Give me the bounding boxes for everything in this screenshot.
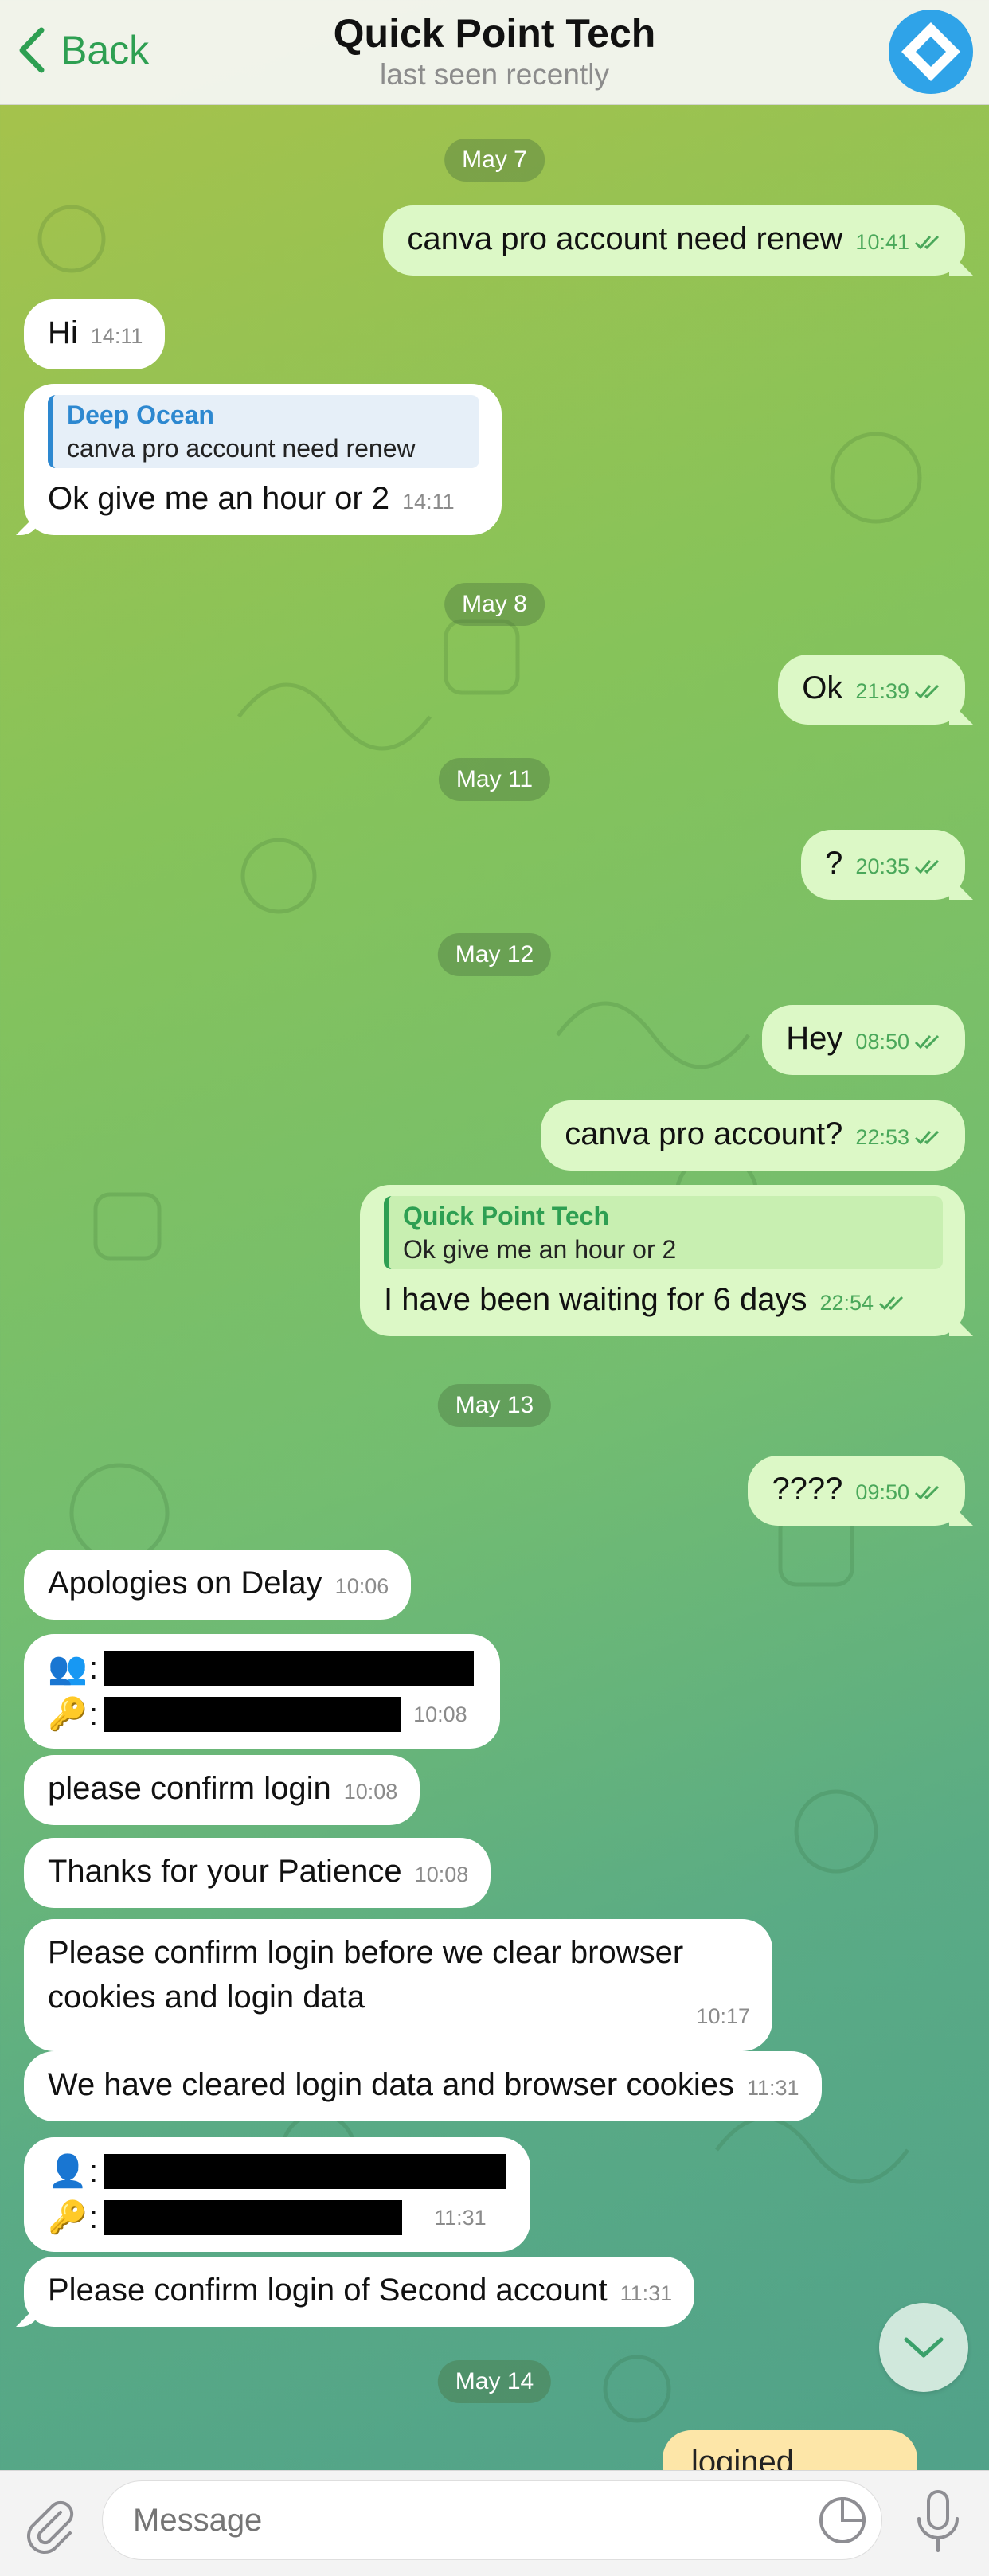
message-text: Hi: [48, 315, 78, 350]
key-icon: 🔑: [48, 1697, 88, 1732]
double-check-icon: [878, 1296, 904, 1311]
message-input[interactable]: [102, 2480, 882, 2560]
message-bubble-incoming[interactable]: please confirm login 10:08: [24, 1755, 420, 1825]
redacted-password: [104, 1697, 401, 1732]
message-time: 11:31: [620, 2281, 673, 2305]
message-text: Please confirm login before we clear bro…: [48, 1935, 684, 2015]
microphone-icon[interactable]: [913, 2488, 964, 2555]
date-separator: May 14: [437, 2360, 552, 2403]
last-seen-status: last seen recently: [380, 58, 609, 91]
credential-separator: :: [89, 1651, 99, 1686]
message-bubble-incoming[interactable]: Apologies on Delay 10:06: [24, 1550, 412, 1620]
user-icon: 👤: [48, 2154, 88, 2189]
date-separator: May 7: [444, 139, 545, 182]
message-time: 10:08: [414, 1863, 469, 1886]
double-check-icon: [914, 684, 940, 699]
avatar[interactable]: [889, 10, 973, 94]
message-bubble-incoming[interactable]: Thanks for your Patience 10:08: [24, 1838, 491, 1908]
message-bubble-incoming[interactable]: Please confirm login of Second account 11…: [24, 2257, 695, 2327]
date-separator: May 13: [437, 1384, 552, 1427]
message-bubble-incoming[interactable]: Please confirm login before we clear bro…: [24, 1919, 772, 2051]
message-time: 10:06: [334, 1574, 389, 1598]
credential-separator: :: [89, 2200, 99, 2235]
chevron-down-icon: [904, 2337, 944, 2358]
date-separator: May 11: [438, 758, 551, 801]
message-bubble-incoming[interactable]: We have cleared login data and browser c…: [24, 2051, 822, 2121]
message-text: Ok give me an hour or 2: [48, 481, 390, 516]
reply-text: canva pro account need renew: [67, 434, 416, 463]
message-bubble-incoming-reply[interactable]: Deep Ocean canva pro account need renew …: [24, 384, 502, 535]
redacted-password: [104, 2200, 403, 2235]
message-text: I have been waiting for 6 days: [384, 1282, 807, 1317]
message-bubble-outgoing[interactable]: Ok 21:39: [778, 655, 965, 725]
message-time: 22:54: [819, 1291, 874, 1315]
message-text: please confirm login: [48, 1771, 331, 1806]
message-time: 10:08: [413, 1702, 467, 1726]
users-icon: 👥: [48, 1651, 88, 1686]
message-text: canva pro account need renew: [407, 221, 843, 256]
message-bubble-outgoing[interactable]: canva pro account need renew 10:41: [383, 205, 965, 276]
message-time: 10:17: [696, 2004, 750, 2028]
reply-author: Quick Point Tech: [403, 1202, 609, 1230]
message-time: 08:50: [855, 1030, 909, 1053]
message-text: ?: [825, 846, 843, 881]
message-text: Apologies on Delay: [48, 1566, 322, 1601]
double-check-icon: [914, 1130, 940, 1145]
message-text: ????: [772, 1472, 843, 1507]
double-check-icon: [914, 1034, 940, 1050]
paperclip-icon[interactable]: [21, 2496, 80, 2555]
message-time: 10:41: [855, 230, 909, 254]
message-text: Thanks for your Patience: [48, 1854, 402, 1889]
message-time: 11:31: [747, 2076, 799, 2100]
message-bubble-credentials[interactable]: 👤: 🔑: 11:31: [24, 2137, 530, 2252]
message-text: We have cleared login data and browser c…: [48, 2067, 734, 2102]
message-bubble-incoming[interactable]: Hi 14:11: [24, 299, 166, 369]
diamond-logo-icon: [901, 22, 960, 81]
reply-quote[interactable]: Deep Ocean canva pro account need renew: [48, 395, 479, 468]
message-time: 21:39: [855, 679, 909, 703]
message-time: 20:35: [855, 854, 909, 878]
reply-text: Ok give me an hour or 2: [403, 1235, 677, 1264]
chat-header: Back Quick Point Tech last seen recently: [0, 0, 989, 105]
double-check-icon: [914, 859, 940, 874]
chat-title: Quick Point Tech: [333, 11, 656, 56]
date-separator: May 8: [444, 583, 545, 626]
message-time: 14:11: [90, 324, 143, 348]
message-text: Please confirm login of Second account: [48, 2273, 608, 2308]
sticker-icon[interactable]: [817, 2495, 868, 2546]
message-list[interactable]: May 7 canva pro account need renew 10:41 …: [0, 105, 989, 2470]
message-time: 14:11: [402, 490, 455, 514]
credential-row-password: 🔑: 10:08: [48, 1691, 481, 1738]
message-text: Ok: [802, 670, 843, 706]
credential-row-login: 👥:: [48, 1645, 481, 1691]
message-bubble-outgoing[interactable]: ? 20:35: [801, 830, 965, 900]
credential-row-password: 🔑: 11:31: [48, 2195, 511, 2241]
chat-title-area[interactable]: Quick Point Tech last seen recently: [0, 10, 989, 92]
credential-row-login: 👤:: [48, 2148, 511, 2195]
double-check-icon: [914, 1485, 940, 1500]
message-bubble-outgoing[interactable]: canva pro account? 22:53: [541, 1100, 965, 1171]
message-bubble-outgoing[interactable]: ???? 09:50: [748, 1456, 965, 1526]
message-bubble-outgoing-reply[interactable]: Quick Point Tech Ok give me an hour or 2…: [360, 1185, 965, 1336]
message-composer: [0, 2470, 989, 2576]
message-time: 09:50: [855, 1480, 909, 1504]
message-time: 10:08: [343, 1780, 398, 1804]
double-check-icon: [914, 235, 940, 250]
credential-separator: :: [89, 1697, 99, 1732]
message-time: 22:53: [855, 1125, 909, 1149]
message-time: 11:31: [434, 2206, 487, 2230]
message-text: canva pro account?: [565, 1116, 843, 1151]
message-bubble-outgoing[interactable]: Hey 08:50: [762, 1005, 965, 1075]
date-separator: May 12: [437, 933, 552, 976]
redacted-username: [104, 1651, 475, 1686]
key-icon: 🔑: [48, 2200, 88, 2235]
message-bubble-credentials[interactable]: 👥: 🔑: 10:08: [24, 1634, 500, 1749]
message-text: Hey: [786, 1021, 843, 1056]
credential-separator: :: [89, 2154, 99, 2189]
redacted-username: [104, 2154, 506, 2189]
reply-author: Deep Ocean: [67, 401, 214, 429]
reply-quote[interactable]: Quick Point Tech Ok give me an hour or 2: [384, 1196, 943, 1269]
scroll-to-bottom-button[interactable]: [879, 2303, 968, 2392]
